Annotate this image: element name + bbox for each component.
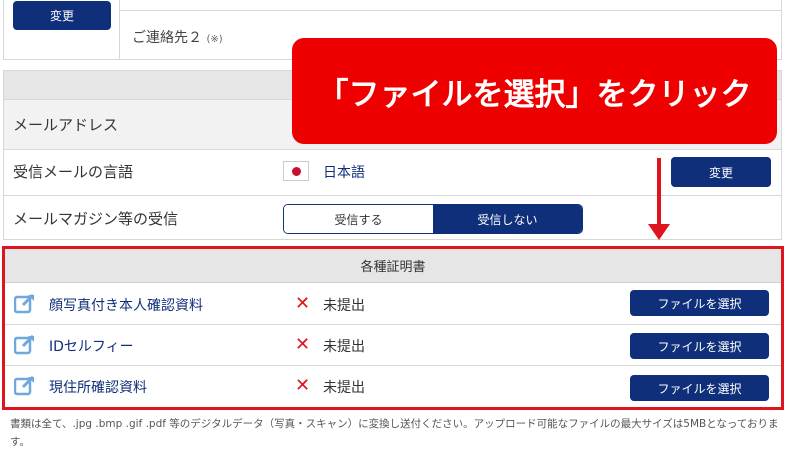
certificate-status: 未提出 <box>323 339 365 355</box>
language-label: 受信メールの言語 <box>13 163 134 181</box>
japan-flag-icon <box>283 161 309 181</box>
language-row: 受信メールの言語 <box>3 150 782 196</box>
x-icon: ✕ <box>295 334 311 355</box>
contact2-text: ご連絡先２ <box>132 30 202 46</box>
magazine-toggle[interactable]: 受信する 受信しない <box>283 204 583 234</box>
magazine-option-receive[interactable]: 受信する <box>284 205 433 233</box>
edit-icon[interactable] <box>14 376 36 396</box>
change-contact-button[interactable]: 変更 <box>13 1 111 30</box>
certificate-status: 未提出 <box>323 380 365 396</box>
contact2-note: (※) <box>206 34 223 45</box>
certificate-name[interactable]: 顔写真付き本人確認資料 <box>49 295 203 315</box>
edit-icon[interactable] <box>14 294 36 314</box>
upload-note: 書類は全て、.jpg .bmp .gif .pdf 等のデジタルデータ（写真・ス… <box>10 418 779 448</box>
choose-file-button[interactable]: ファイルを選択 <box>630 375 769 401</box>
certificate-status: 未提出 <box>323 298 365 314</box>
instruction-callout: 「ファイルを選択」をクリック <box>292 38 777 144</box>
certificate-name[interactable]: IDセルフィー <box>49 336 134 356</box>
email-label: メールアドレス <box>13 116 119 134</box>
magazine-option-not-receive[interactable]: 受信しない <box>433 205 582 233</box>
choose-file-button[interactable]: ファイルを選択 <box>630 333 769 359</box>
x-icon: ✕ <box>295 293 311 314</box>
edit-icon[interactable] <box>14 335 36 355</box>
language-change-button[interactable]: 変更 <box>671 157 771 187</box>
certificate-name[interactable]: 現住所確認資料 <box>49 377 147 397</box>
arrow-line <box>657 158 661 228</box>
language-value: 日本語 <box>323 165 365 181</box>
x-icon: ✕ <box>295 375 311 396</box>
divider <box>120 10 781 11</box>
contact2-label: ご連絡先２ (※) <box>132 27 223 47</box>
certificates-header: 各種証明書 <box>5 249 781 283</box>
magazine-label: メールマガジン等の受信 <box>13 210 179 228</box>
arrow-down-icon <box>648 224 670 240</box>
choose-file-button[interactable]: ファイルを選択 <box>630 290 769 316</box>
